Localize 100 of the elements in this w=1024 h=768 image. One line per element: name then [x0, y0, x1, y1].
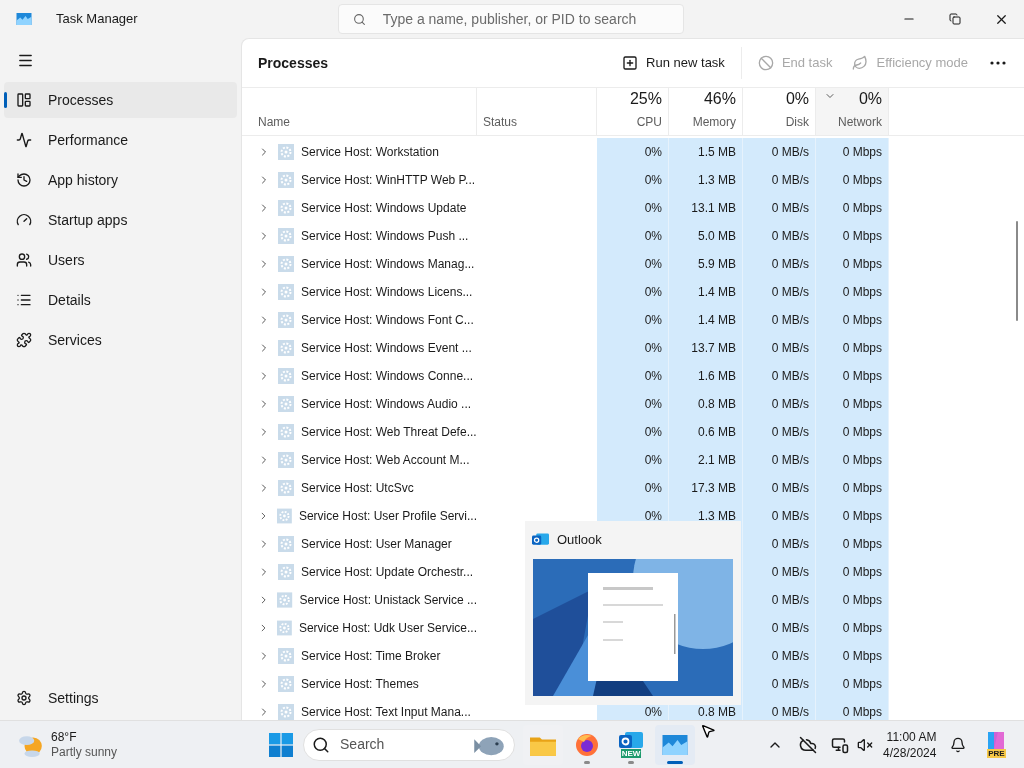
window-preview[interactable]: Outlook: [525, 521, 741, 705]
table-cell-text: 0 Mbps: [842, 172, 882, 189]
mail-app-icon: [532, 532, 549, 548]
taskbar-search-field[interactable]: Search: [303, 728, 516, 761]
gear-icon: [278, 284, 294, 300]
column-header[interactable]: 46% Memory: [669, 88, 743, 135]
table-cell-text: 0%: [644, 424, 662, 441]
sidebar-icon: [16, 252, 32, 268]
table-cell-text: 0 Mbps: [842, 340, 882, 357]
gear-icon: [278, 648, 294, 664]
clock-time[interactable]: 11:00 AM: [886, 728, 937, 745]
cursor-icon: [700, 722, 716, 740]
sidebar-item[interactable]: Users: [4, 242, 237, 278]
toolbar-button[interactable]: Run new task: [612, 47, 742, 79]
sidebar-item[interactable]: App history: [4, 162, 237, 198]
weather-temperature: 68°F: [51, 729, 78, 745]
running-indicator: [628, 760, 635, 764]
table-cell-text: 0 MB/s: [771, 312, 809, 329]
scrollbar[interactable]: [1016, 221, 1018, 321]
settings-icon: [16, 690, 32, 706]
gear-icon: [277, 508, 292, 524]
gear-icon: [277, 592, 293, 608]
running-indicator: [584, 760, 591, 764]
column-header[interactable]: 25% CPU: [597, 88, 669, 135]
table-cell-text: 1.6 MB: [698, 368, 736, 385]
table-cell-text: 0 Mbps: [842, 452, 882, 469]
toolbar-icon: [852, 55, 869, 71]
app-logo: [16, 13, 32, 25]
table-cell-text: 0%: [644, 172, 662, 189]
table-cell-text: 0%: [644, 368, 662, 385]
volume-muted-icon[interactable]: [857, 736, 874, 753]
taskbar-search-input[interactable]: Search: [340, 734, 461, 755]
table-cell-text: 0 Mbps: [842, 228, 882, 245]
gear-icon: [278, 368, 294, 384]
gear-icon: [278, 172, 294, 188]
table-cell-text: 0 Mbps: [842, 704, 882, 720]
table-cell-text: 2.1 MB: [698, 452, 736, 469]
taskbar-app[interactable]: [655, 724, 696, 765]
notification-icon[interactable]: [950, 736, 967, 753]
process-name: Service Host: Windows Audio ...: [301, 396, 472, 413]
process-name: Service Host: Windows Licens...: [301, 284, 473, 301]
process-name: Service Host: Themes: [301, 676, 419, 693]
table-cell-text: 0 MB/s: [771, 704, 809, 720]
sidebar-item[interactable]: Startup apps: [4, 202, 237, 238]
table-cell-text: 0.6 MB: [698, 424, 736, 441]
table-cell-text: 0 MB/s: [771, 340, 809, 357]
column-header[interactable]: 0% Network: [816, 88, 889, 135]
gear-icon: [278, 424, 294, 440]
column-header[interactable]: Name: [242, 88, 477, 135]
table-cell-text: 0 Mbps: [842, 564, 882, 581]
table-cell-text: 0 Mbps: [842, 396, 882, 413]
table-cell-text: 0 MB/s: [771, 508, 809, 525]
table-cell-text: 0 MB/s: [771, 592, 809, 609]
column-header[interactable]: Status: [477, 88, 597, 135]
table-cell-text: 0 MB/s: [771, 200, 809, 217]
table-cell-text: 0 Mbps: [842, 508, 882, 525]
process-name: Service Host: UtcSvc: [301, 480, 414, 497]
process-name: Service Host: Time Broker: [301, 648, 441, 665]
sidebar-item[interactable]: Performance: [4, 122, 237, 158]
mail-app-icon: [619, 731, 644, 749]
table-cell-text: 0 Mbps: [842, 368, 882, 385]
gear-icon: [278, 340, 294, 356]
table-cell-text: 0%: [644, 340, 662, 357]
table-cell-text: 0 Mbps: [842, 648, 882, 665]
gear-icon: [278, 256, 294, 272]
sidebar-icon: [16, 172, 32, 188]
process-name: Service Host: Windows Font C...: [301, 312, 474, 329]
table-cell-text: 0 MB/s: [771, 536, 809, 553]
sidebar-icon: [16, 92, 32, 108]
table-cell-text: 0 MB/s: [771, 620, 809, 637]
process-name: Service Host: Update Orchestr...: [301, 564, 474, 581]
table-cell-text: 0 MB/s: [771, 256, 809, 273]
table-cell-text: 0%: [644, 452, 662, 469]
table-cell-text: 0 Mbps: [842, 592, 882, 609]
table-cell-text: 0 MB/s: [771, 564, 809, 581]
process-name: Service Host: User Profile Servi...: [298, 508, 477, 525]
table-cell-text: 0%: [644, 256, 662, 273]
sidebar-item[interactable]: Settings: [4, 680, 237, 716]
process-name: Service Host: WinHTTP Web P...: [301, 172, 476, 189]
table-cell-text: 0 Mbps: [842, 312, 882, 329]
browser-icon: [575, 732, 600, 757]
cloud-off-icon[interactable]: [799, 735, 818, 754]
sidebar-icon: [16, 332, 32, 348]
table-cell-text: 0%: [644, 480, 662, 497]
search-field[interactable]: Type a name, publisher, or PID to search: [337, 4, 684, 34]
table-cell-text: 0 MB/s: [771, 368, 809, 385]
clock-date[interactable]: 4/28/2024: [883, 744, 937, 761]
network-icon[interactable]: [831, 735, 850, 754]
table-cell-text: 0 MB/s: [771, 284, 809, 301]
table-cell-text: 17.3 MB: [691, 480, 736, 497]
table-cell-text: 0 MB/s: [771, 452, 809, 469]
table-cell-text: 0 Mbps: [842, 284, 882, 301]
table-cell-text: 0 Mbps: [842, 536, 882, 553]
restore-icon: [949, 13, 961, 25]
sidebar-item[interactable]: Details: [4, 282, 237, 318]
table-cell-text: 0 Mbps: [842, 620, 882, 637]
process-name: Service Host: Web Account M...: [301, 452, 470, 469]
sidebar-item[interactable]: Processes: [4, 82, 237, 118]
gear-icon: [278, 312, 294, 328]
sidebar-item[interactable]: Services: [4, 322, 237, 358]
